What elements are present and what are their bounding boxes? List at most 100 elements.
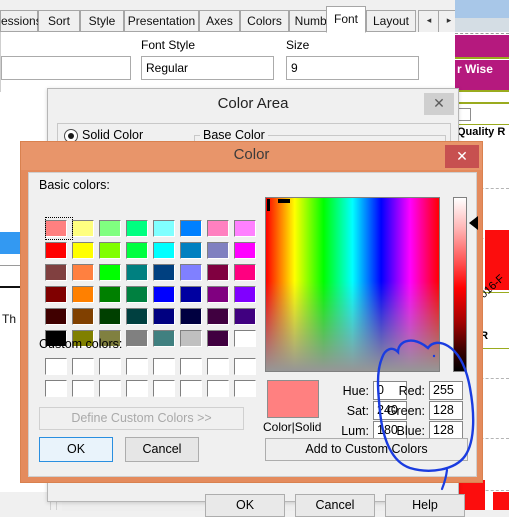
custom-color-swatch[interactable] [72, 380, 94, 397]
basic-color-swatch[interactable] [45, 308, 67, 325]
background-stray-text: Th [2, 312, 17, 326]
basic-color-swatch[interactable] [207, 308, 229, 325]
basic-color-swatch[interactable] [153, 242, 175, 259]
font-style-input[interactable]: Regular [141, 56, 274, 80]
basic-color-swatch[interactable] [45, 264, 67, 281]
basic-color-swatch[interactable] [180, 308, 202, 325]
color-dialog-titlebar[interactable]: Color ✕ [21, 142, 482, 170]
basic-color-swatch[interactable] [72, 242, 94, 259]
custom-color-swatch[interactable] [180, 358, 202, 375]
close-icon[interactable]: ✕ [445, 145, 479, 168]
custom-color-swatch[interactable] [153, 358, 175, 375]
basic-color-swatch[interactable] [72, 286, 94, 303]
basic-color-swatch[interactable] [234, 242, 256, 259]
basic-color-swatch[interactable] [99, 220, 121, 237]
basic-color-swatch[interactable] [99, 308, 121, 325]
ok-button[interactable]: OK [39, 437, 113, 462]
red-input[interactable]: 255 [429, 381, 463, 400]
basic-color-swatch[interactable] [99, 286, 121, 303]
basic-color-swatch[interactable] [234, 330, 256, 347]
basic-color-swatch[interactable] [126, 264, 148, 281]
basic-color-swatch[interactable] [234, 308, 256, 325]
font-name-input[interactable] [1, 56, 131, 80]
cancel-button[interactable]: Cancel [125, 437, 199, 462]
basic-color-swatch[interactable] [234, 264, 256, 281]
basic-color-swatch[interactable] [126, 308, 148, 325]
basic-color-swatch[interactable] [207, 242, 229, 259]
basic-color-swatch[interactable] [126, 330, 148, 347]
report-olive-rule-1 [455, 57, 509, 59]
basic-color-swatch[interactable] [180, 330, 202, 347]
basic-color-swatch[interactable] [126, 220, 148, 237]
basic-color-swatch[interactable] [180, 286, 202, 303]
basic-color-swatch[interactable] [126, 242, 148, 259]
color-area-cancel-button[interactable]: Cancel [295, 494, 375, 517]
color-area-ok-button[interactable]: OK [205, 494, 285, 517]
custom-color-swatch[interactable] [99, 380, 121, 397]
custom-color-swatch[interactable] [234, 358, 256, 375]
tab-sort[interactable]: Sort [38, 10, 80, 32]
custom-colors-label: Custom colors: [39, 337, 123, 351]
custom-color-swatch[interactable] [234, 380, 256, 397]
luminance-slider[interactable] [453, 197, 467, 372]
report-olive-rule-3 [455, 102, 509, 104]
basic-color-swatch[interactable] [72, 308, 94, 325]
property-tab-strip[interactable]: essions Sort Style Presentation Axes Colors Nu… [0, 0, 460, 34]
basic-color-swatch[interactable] [153, 220, 175, 237]
basic-color-swatch[interactable] [126, 286, 148, 303]
basic-color-swatch[interactable] [180, 242, 202, 259]
close-icon[interactable]: ✕ [424, 93, 454, 115]
basic-color-swatch[interactable] [45, 286, 67, 303]
add-to-custom-colors-button[interactable]: Add to Custom Colors [265, 438, 468, 461]
tab-essions[interactable]: essions [0, 10, 42, 32]
report-checkbox[interactable] [458, 108, 471, 121]
custom-color-swatch[interactable] [126, 358, 148, 375]
basic-colors-grid[interactable] [39, 197, 256, 347]
basic-color-swatch[interactable] [207, 330, 229, 347]
custom-color-swatch[interactable] [45, 380, 67, 397]
color-area-help-button[interactable]: Help [385, 494, 465, 517]
font-size-input[interactable]: 9 [286, 56, 419, 80]
color-spectrum-field[interactable] [265, 197, 440, 372]
basic-color-swatch[interactable] [180, 264, 202, 281]
sat-label: Sat: [346, 404, 369, 418]
basic-color-swatch[interactable] [207, 220, 229, 237]
tab-colors[interactable]: Colors [240, 10, 289, 32]
tab-presentation[interactable]: Presentation [124, 10, 199, 32]
green-input[interactable]: 128 [429, 401, 463, 420]
background-blue-chip [0, 232, 22, 254]
basic-color-swatch[interactable] [99, 264, 121, 281]
basic-color-swatch[interactable] [153, 330, 175, 347]
basic-color-swatch[interactable] [234, 286, 256, 303]
tab-style[interactable]: Style [80, 10, 124, 32]
basic-color-swatch[interactable] [99, 242, 121, 259]
tab-axes[interactable]: Axes [199, 10, 240, 32]
basic-color-swatch[interactable] [153, 286, 175, 303]
basic-color-swatch[interactable] [45, 242, 67, 259]
define-custom-colors-button[interactable]: Define Custom Colors >> [39, 407, 244, 430]
basic-color-swatch[interactable] [234, 220, 256, 237]
lum-label: Lum: [341, 424, 369, 438]
solid-color-label: Solid Color [82, 128, 144, 142]
basic-color-swatch[interactable] [153, 264, 175, 281]
basic-color-swatch[interactable] [72, 264, 94, 281]
custom-color-swatch[interactable] [207, 358, 229, 375]
basic-color-swatch[interactable] [207, 264, 229, 281]
custom-color-swatch[interactable] [207, 380, 229, 397]
custom-color-swatch[interactable] [72, 358, 94, 375]
basic-color-swatch[interactable] [72, 220, 94, 237]
custom-color-swatch[interactable] [126, 380, 148, 397]
custom-color-swatch[interactable] [153, 380, 175, 397]
custom-color-swatch[interactable] [99, 358, 121, 375]
basic-color-selection-indicator [45, 217, 73, 240]
custom-color-swatch[interactable] [180, 380, 202, 397]
luminance-slider-arrow-icon[interactable] [469, 216, 478, 230]
tab-font[interactable]: Font [326, 6, 366, 33]
custom-color-swatch[interactable] [45, 358, 67, 375]
tab-scroll-prev-icon[interactable]: ◂ [418, 10, 440, 33]
custom-colors-grid[interactable] [39, 356, 256, 400]
basic-color-swatch[interactable] [180, 220, 202, 237]
basic-color-swatch[interactable] [207, 286, 229, 303]
tab-layout[interactable]: Layout [366, 10, 416, 32]
basic-color-swatch[interactable] [153, 308, 175, 325]
